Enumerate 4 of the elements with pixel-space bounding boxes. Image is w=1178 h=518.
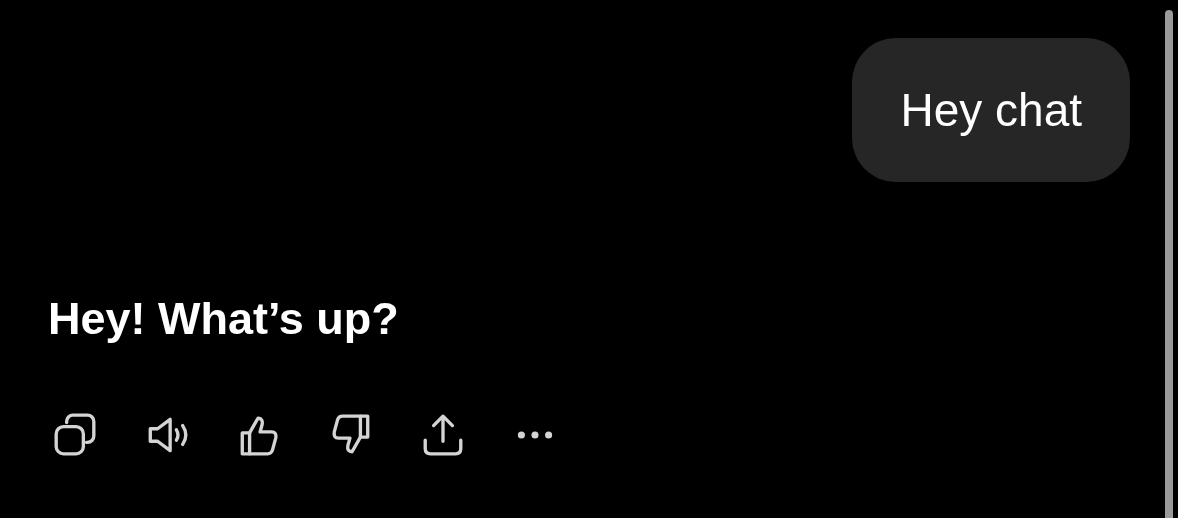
copy-icon[interactable] [52, 412, 98, 458]
user-message-bubble: Hey chat [852, 38, 1130, 182]
scrollbar[interactable] [1165, 10, 1173, 518]
assistant-message: Hey! What’s up? [48, 292, 399, 346]
